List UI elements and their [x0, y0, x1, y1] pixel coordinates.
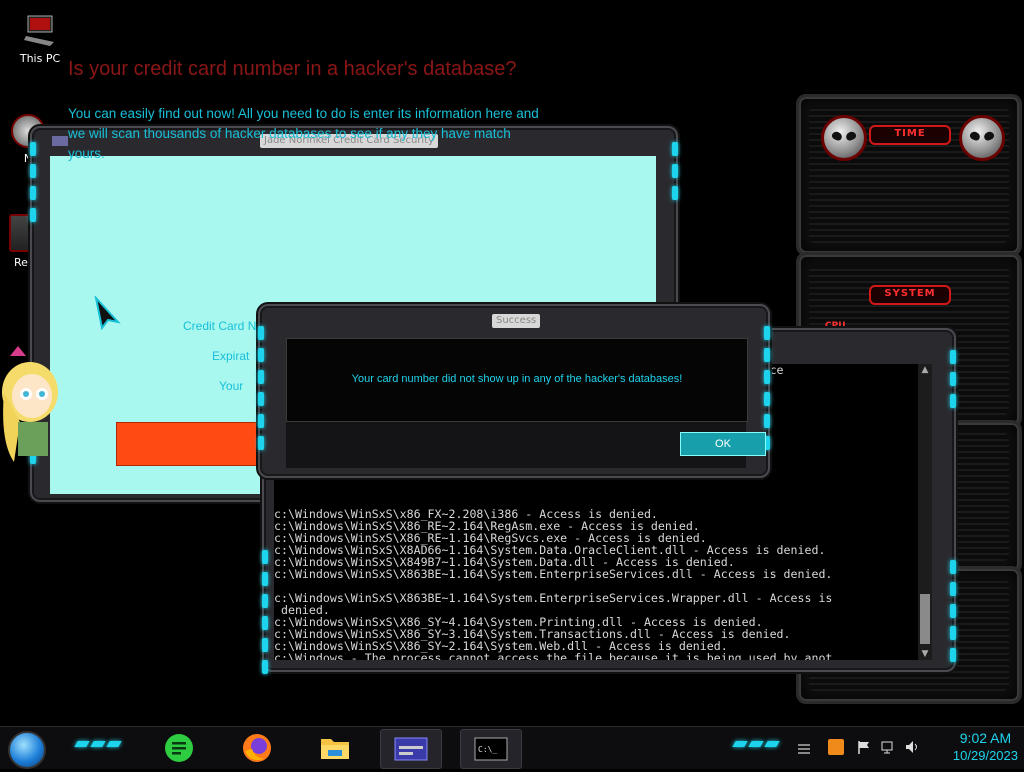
start-orb-icon[interactable] [8, 731, 46, 769]
taskbar: C:\_ 9:02 AM 10/29/2023 [0, 726, 1024, 769]
dialog-footer: OK [286, 422, 766, 468]
ok-button[interactable]: OK [680, 432, 766, 456]
show-desktop-icon[interactable] [796, 739, 812, 755]
notes-app-icon[interactable] [162, 731, 196, 765]
network-icon[interactable] [880, 739, 896, 755]
desktop-icon-this-pc[interactable]: This PC [10, 12, 70, 65]
dialog-message-panel: Your card number did not show up in any … [286, 338, 748, 422]
console-line: c:\Windows\WinSxS\X863BE~1.164\System.En… [274, 591, 833, 605]
system-gadget-label: SYSTEM [869, 285, 951, 305]
cartoon-character-image [2, 346, 58, 462]
taskbar-clock[interactable]: 9:02 AM 10/29/2023 [953, 729, 1018, 765]
your-label: Your [219, 379, 244, 393]
expiration-label: Expirat [212, 349, 250, 363]
flag-icon[interactable] [856, 739, 872, 755]
volume-icon[interactable] [904, 739, 920, 755]
scroll-down-icon[interactable]: ▼ [918, 648, 932, 660]
credit-card-app-taskbar-button[interactable] [380, 729, 442, 769]
console-scrollbar[interactable]: ▲ ▼ [918, 364, 932, 660]
console-line: c:\Windows\WinSxS\X863BE~1.164\System.En… [274, 567, 833, 581]
command-prompt-taskbar-button[interactable]: C:\_ [460, 729, 522, 769]
time-gadget-label: TIME [869, 125, 951, 145]
desktop-icon-label: This PC [19, 52, 61, 65]
console-line: c:\Windows - The process cannot access t… [274, 651, 833, 660]
command-prompt-icon: C:\_ [474, 737, 508, 761]
svg-text:C:\_: C:\_ [478, 745, 497, 754]
dialog-message: Your card number did not show up in any … [351, 373, 683, 385]
computer-icon [22, 12, 58, 48]
clock-date: 10/29/2023 [952, 748, 1018, 763]
dialog-title: Success [492, 314, 541, 328]
mouse-cursor-icon [94, 296, 121, 330]
firefox-icon[interactable] [240, 731, 274, 765]
page-heading: Is your credit card number in a hacker's… [68, 58, 517, 80]
card-number-label: Credit Card N [183, 319, 257, 333]
success-dialog[interactable]: Success Your card number did not show up… [258, 304, 770, 478]
scan-button[interactable] [116, 422, 278, 466]
window-app-icon [52, 136, 68, 146]
alien-head-icon [821, 115, 867, 161]
scroll-up-icon[interactable]: ▲ [918, 364, 932, 376]
scroll-thumb[interactable] [920, 594, 930, 644]
orange-app-icon[interactable] [828, 739, 844, 755]
intro-text: You can easily find out now! All you nee… [68, 106, 539, 161]
time-gadget: TIME [796, 94, 1022, 256]
alien-head-icon [959, 115, 1005, 161]
file-explorer-icon[interactable] [318, 731, 352, 765]
credit-card-app-icon [394, 737, 428, 761]
clock-time: 9:02 AM [959, 730, 1012, 746]
